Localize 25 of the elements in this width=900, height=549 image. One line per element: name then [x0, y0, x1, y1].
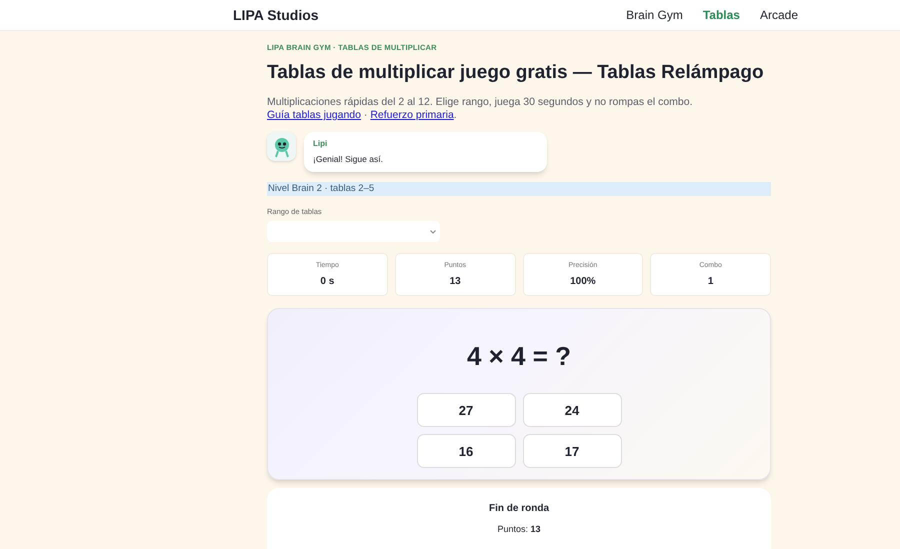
robot-mascot-icon: [272, 136, 290, 158]
mascot-name: Lipi: [313, 138, 328, 150]
answer-button[interactable]: 17: [522, 434, 622, 468]
result-title: Fin de ronda: [489, 502, 549, 516]
stat-value: 0 s: [320, 275, 334, 289]
reinforcement-link[interactable]: Refuerzo primaria: [370, 109, 454, 121]
nav-link[interactable]: Tablas: [702, 6, 740, 24]
range-select[interactable]: [267, 221, 440, 242]
answer-button[interactable]: 24: [522, 393, 622, 428]
nav-link[interactable]: Brain Gym: [626, 6, 683, 24]
stat-value: 100%: [570, 275, 596, 289]
level-banner: Nivel Brain 2 · tablas 2–5: [267, 182, 771, 196]
answer-button[interactable]: 27: [416, 393, 516, 428]
stat-value: 1: [708, 275, 714, 289]
nav-link[interactable]: Arcade: [760, 6, 798, 24]
answer-button[interactable]: 16: [416, 434, 516, 468]
page-title: Tablas de multiplicar juego gratis — Tablas Relámpago: [267, 61, 765, 85]
question-text: 4 × 4 = ?: [466, 340, 572, 374]
stat-value: 13: [450, 275, 461, 289]
mascot-message: ¡Genial! Sigue así.: [313, 153, 384, 166]
brand-name: LIPA Studios: [233, 6, 319, 24]
chevron-down-icon: [430, 230, 436, 234]
guide-link[interactable]: Guía tablas jugando: [267, 109, 361, 121]
result-score: Puntos: 13: [497, 523, 541, 536]
intro-paragraph: Multiplicaciones rápidas del 2 al 12. Elige rango, juega 30 segundos y no rompas el combo. Guía tablas jugando · Refuerzo primaria.: [267, 96, 694, 122]
